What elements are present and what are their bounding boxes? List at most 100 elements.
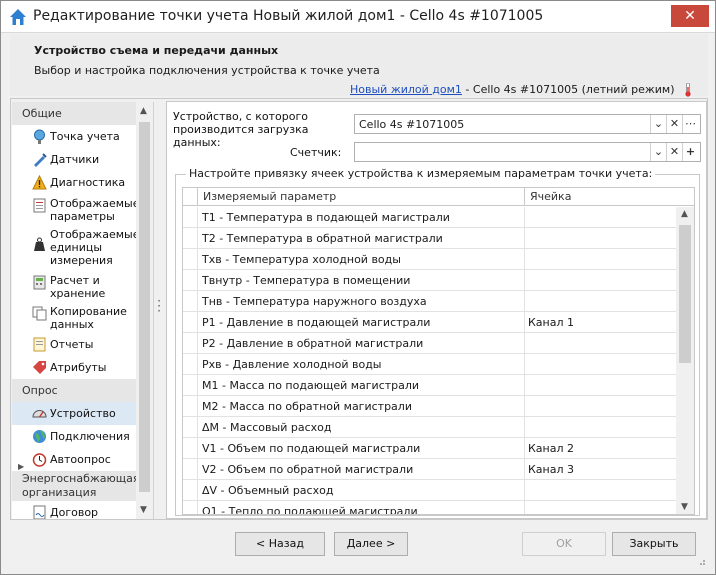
- back-button[interactable]: < Назад: [235, 532, 325, 556]
- clear-icon[interactable]: ✕: [666, 115, 682, 133]
- channel-cell[interactable]: Канал 1: [525, 312, 676, 333]
- chevron-down-icon[interactable]: ⌄: [650, 143, 666, 161]
- table-row[interactable]: Тнв - Температура наружного воздуха: [183, 291, 676, 312]
- dialog-window: Редактирование точки учета Новый жилой д…: [0, 0, 716, 575]
- param-cell: Тхв - Температура холодной воды: [198, 249, 525, 270]
- grid-header-cell[interactable]: Ячейка: [525, 188, 694, 206]
- ok-button[interactable]: OK: [522, 532, 606, 556]
- row-indicator: [183, 207, 198, 228]
- report-icon: [33, 337, 46, 352]
- sidebar: Общие Точка учета Датчики Диагностика От…: [12, 102, 154, 519]
- scrollbar-thumb[interactable]: [679, 225, 691, 363]
- channel-cell[interactable]: [525, 396, 676, 417]
- scroll-up-icon[interactable]: ▲: [681, 209, 688, 219]
- sidebar-item-device[interactable]: Устройство: [12, 402, 153, 425]
- point-icon: [34, 129, 45, 144]
- channel-cell[interactable]: [525, 291, 676, 312]
- thermometer-icon: [685, 83, 691, 97]
- mapping-group-caption: Настройте привязку ячеек устройства к из…: [186, 167, 656, 180]
- sidebar-item-point[interactable]: Точка учета: [12, 125, 153, 148]
- row-indicator: [183, 501, 198, 514]
- resize-grip-icon[interactable]: [696, 556, 706, 566]
- channel-cell[interactable]: [525, 228, 676, 249]
- window-close-button[interactable]: ✕: [671, 5, 709, 27]
- grid-header-indicator: [183, 188, 198, 206]
- object-info: Новый жилой дом1 - Cello 4s #1071005 (ле…: [350, 83, 692, 97]
- table-row[interactable]: P1 - Давление в подающей магистрали Канал…: [183, 312, 676, 333]
- wizard-header: Устройство съема и передачи данных Выбор…: [10, 34, 708, 97]
- grid-body: T1 - Температура в подающей магистрали T2…: [183, 207, 676, 514]
- channel-cell[interactable]: [525, 354, 676, 375]
- device-select[interactable]: Cello 4s #1071005 ⌄ ✕ ⋯: [354, 114, 701, 134]
- sidebar-item-label: Отчеты: [50, 338, 94, 351]
- window-title: Редактирование точки учета Новый жилой д…: [33, 8, 544, 24]
- next-button[interactable]: Далее >: [334, 532, 408, 556]
- table-row[interactable]: M1 - Масса по подающей магистрали: [183, 375, 676, 396]
- channel-cell[interactable]: [525, 480, 676, 501]
- sidebar-item-calc-storage[interactable]: Расчет и хранение: [12, 271, 153, 302]
- table-row[interactable]: T1 - Температура в подающей магистрали: [183, 207, 676, 228]
- scrollbar-thumb[interactable]: [139, 122, 150, 492]
- table-row[interactable]: ΔM - Массовый расход: [183, 417, 676, 438]
- sidebar-item-display-units[interactable]: Отображаемые единицы измерения: [12, 225, 153, 271]
- sidebar-item-autopoll[interactable]: ▶ Автоопрос: [12, 448, 153, 471]
- sidebar-section-supplier[interactable]: Энергоснабжающая организация: [12, 471, 153, 501]
- object-info-text: - Cello 4s #1071005 (летний режим): [461, 83, 675, 96]
- sidebar-scrollbar[interactable]: ▲ ▼: [136, 102, 153, 519]
- scroll-down-icon[interactable]: ▼: [140, 505, 147, 515]
- row-indicator: [183, 270, 198, 291]
- channel-cell[interactable]: Канал 3: [525, 459, 676, 480]
- grid-scrollbar[interactable]: ▲ ▼: [676, 207, 694, 514]
- footer: < Назад Далее > OK Закрыть: [10, 522, 708, 568]
- channel-cell[interactable]: [525, 375, 676, 396]
- channel-cell[interactable]: Канал 2: [525, 438, 676, 459]
- param-cell: P1 - Давление в подающей магистрали: [198, 312, 525, 333]
- sidebar-section-polling[interactable]: Опрос: [12, 379, 153, 402]
- scroll-up-icon[interactable]: ▲: [140, 106, 147, 116]
- grid-header-param[interactable]: Измеряемый параметр: [198, 188, 525, 206]
- sidebar-item-copy-data[interactable]: Копирование данных: [12, 302, 153, 333]
- channel-cell[interactable]: [525, 417, 676, 438]
- table-row[interactable]: Рхв - Давление холодной воды: [183, 354, 676, 375]
- splitter-handle[interactable]: · · ·: [154, 295, 164, 317]
- param-cell: Твнутр - Температура в помещении: [198, 270, 525, 291]
- chevron-down-icon[interactable]: ⌄: [650, 115, 666, 133]
- table-row[interactable]: Твнутр - Температура в помещении: [183, 270, 676, 291]
- table-row[interactable]: V2 - Объем по обратной магистрали Канал 3: [183, 459, 676, 480]
- close-button[interactable]: Закрыть: [612, 532, 696, 556]
- table-row[interactable]: V1 - Объем по подающей магистрали Канал 2: [183, 438, 676, 459]
- channel-cell[interactable]: [525, 501, 676, 514]
- sidebar-item-display-params[interactable]: Отображаемые параметры: [12, 194, 153, 225]
- expand-arrow-icon[interactable]: ▶: [18, 455, 24, 478]
- table-row[interactable]: Q1 - Тепло по подающей магистрали: [183, 501, 676, 514]
- channel-cell[interactable]: [525, 207, 676, 228]
- sidebar-item-attributes[interactable]: Атрибуты: [12, 356, 153, 379]
- channel-cell[interactable]: [525, 333, 676, 354]
- sidebar-item-diagnostics[interactable]: Диагностика: [12, 171, 153, 194]
- row-indicator: [183, 249, 198, 270]
- counter-select[interactable]: ⌄ ✕ +: [354, 142, 701, 162]
- table-row[interactable]: M2 - Масса по обратной магистрали: [183, 396, 676, 417]
- sidebar-item-contract[interactable]: Договор: [12, 501, 153, 519]
- object-link[interactable]: Новый жилой дом1: [350, 83, 462, 96]
- table-row[interactable]: T2 - Температура в обратной магистрали: [183, 228, 676, 249]
- clear-icon[interactable]: ✕: [666, 143, 682, 161]
- table-row[interactable]: P2 - Давление в обратной магистрали: [183, 333, 676, 354]
- row-indicator: [183, 417, 198, 438]
- grid-header: Измеряемый параметр Ячейка: [183, 188, 694, 206]
- channel-cell[interactable]: [525, 270, 676, 291]
- scroll-down-icon[interactable]: ▼: [681, 502, 688, 512]
- sidebar-item-label: Расчет и хранение: [50, 274, 106, 300]
- table-row[interactable]: ΔV - Объемный расход: [183, 480, 676, 501]
- more-icon[interactable]: ⋯: [682, 115, 698, 133]
- sidebar-item-reports[interactable]: Отчеты: [12, 333, 153, 356]
- sidebar-section-general[interactable]: Общие: [12, 102, 153, 125]
- channel-cell[interactable]: [525, 249, 676, 270]
- sidebar-item-label: Отображаемые параметры: [50, 197, 140, 223]
- sidebar-item-label: Атрибуты: [50, 361, 107, 374]
- table-row[interactable]: Тхв - Температура холодной воды: [183, 249, 676, 270]
- param-cell: Q1 - Тепло по подающей магистрали: [198, 501, 525, 514]
- add-icon[interactable]: +: [682, 143, 698, 161]
- sidebar-item-connections[interactable]: Подключения: [12, 425, 153, 448]
- sidebar-item-sensors[interactable]: Датчики: [12, 148, 153, 171]
